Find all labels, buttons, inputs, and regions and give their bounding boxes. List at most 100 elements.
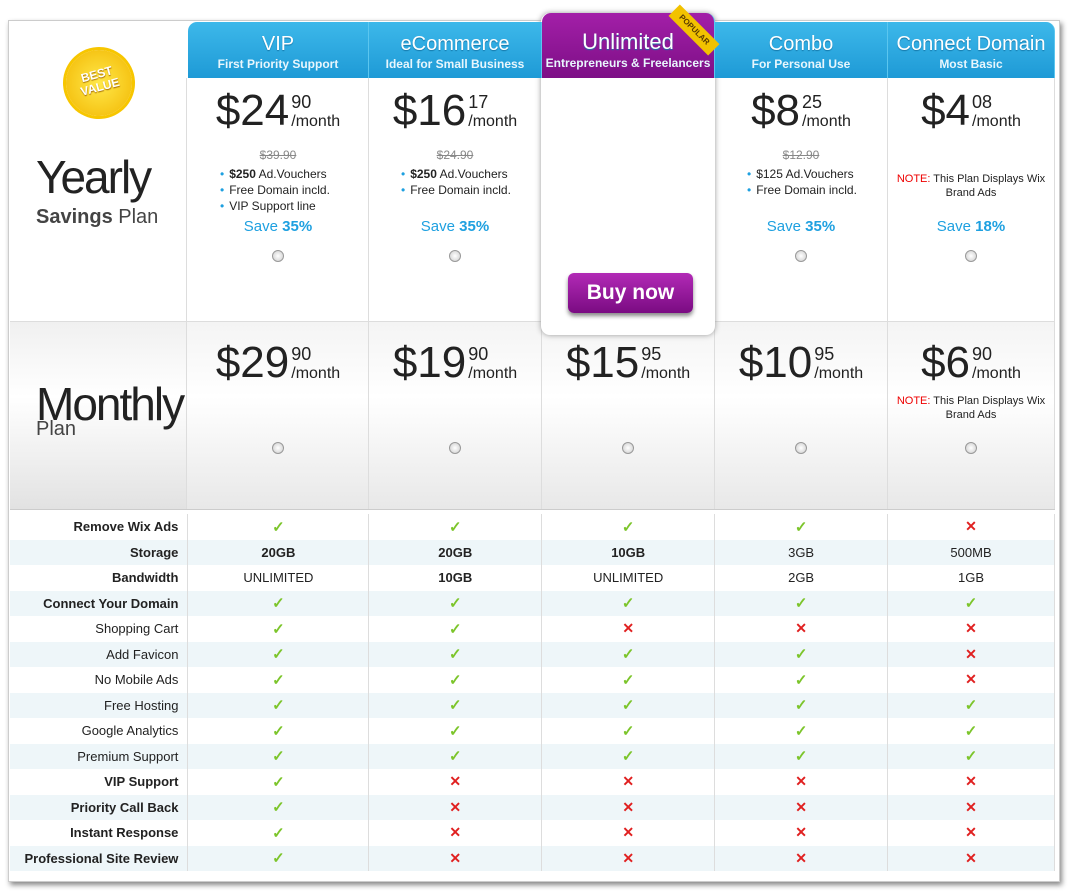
feature-text: Ad.Vouchers bbox=[255, 167, 327, 181]
table-row: Professional Site Review ✓ ✕ ✕ ✕ ✕ bbox=[10, 845, 1055, 871]
yearly-savings: Savings bbox=[36, 206, 113, 228]
check-icon: ✓ bbox=[272, 799, 285, 817]
check-icon: ✓ bbox=[964, 748, 978, 766]
plan-yearly-radio[interactable] bbox=[449, 250, 461, 262]
feature-cell: ✕ bbox=[368, 769, 543, 795]
check-icon: ✓ bbox=[794, 722, 808, 740]
plan-monthly-radio[interactable] bbox=[272, 442, 284, 454]
plan-yearly-radio[interactable] bbox=[795, 250, 807, 262]
feature-bold: $250 bbox=[410, 167, 437, 181]
monthly-plan: Plan bbox=[36, 418, 77, 440]
price-fraction: 90/month bbox=[291, 338, 340, 383]
yearly-section: Yearly Savings Plan $2490/month$39.90$25… bbox=[10, 78, 1055, 322]
feature-cell: ✓ bbox=[541, 590, 716, 616]
plan-monthly-radio[interactable] bbox=[795, 442, 807, 454]
feature-list: $250 Ad.VouchersFree Domain incld. bbox=[401, 166, 541, 198]
plan-yearly-radio[interactable] bbox=[272, 250, 284, 262]
feature-bold: $250 bbox=[229, 167, 256, 181]
price-fraction: 95/month bbox=[814, 338, 863, 383]
feature-cell: ✓ bbox=[541, 641, 716, 667]
price: $15 95/month bbox=[542, 338, 714, 398]
plan-name: Connect Domain bbox=[896, 33, 1046, 55]
plan-monthly-cell: $29 90/month bbox=[188, 322, 369, 509]
feature-cell: ✕ bbox=[368, 820, 543, 846]
check-icon: ✓ bbox=[272, 850, 285, 868]
plan-monthly-radio[interactable] bbox=[449, 442, 461, 454]
price-period: /month bbox=[972, 113, 1021, 130]
feature-item: Free Domain incld. bbox=[220, 182, 368, 198]
cross-icon: ✕ bbox=[622, 849, 635, 866]
price: $6 90/month bbox=[888, 338, 1054, 398]
plan-header-3: Combo For Personal Use bbox=[715, 22, 888, 78]
feature-cell: ✓ bbox=[187, 820, 370, 846]
plan-monthly-cell: $15 95/month bbox=[542, 322, 715, 509]
feature-cell: ✓ bbox=[187, 743, 370, 769]
save-label: Save bbox=[420, 218, 460, 235]
cross-icon: ✕ bbox=[965, 798, 977, 815]
plan-monthly-radio[interactable] bbox=[622, 442, 634, 454]
plan-subtitle: First Priority Support bbox=[217, 57, 339, 71]
feature-cell: ✕ bbox=[714, 845, 889, 871]
cross-icon: ✕ bbox=[965, 620, 977, 637]
feature-cell: UNLIMITED bbox=[187, 565, 370, 591]
feature-cell: ✓ bbox=[368, 514, 543, 540]
price-cents: 95 bbox=[814, 344, 835, 364]
check-icon: ✓ bbox=[449, 595, 462, 613]
feature-list: $250 Ad.VouchersFree Domain incld.VIP Su… bbox=[220, 166, 368, 214]
table-row: Free Hosting ✓ ✓ ✓ ✓ ✓ bbox=[10, 692, 1055, 718]
feature-list: $125 Ad.Vouchers Free Domain incld. bbox=[747, 166, 887, 198]
check-icon: ✓ bbox=[449, 620, 462, 638]
plan-note: NOTE: This Plan Displays Wix Brand Ads bbox=[888, 394, 1054, 422]
feature-cell: ✓ bbox=[187, 641, 370, 667]
check-icon: ✓ bbox=[794, 646, 808, 664]
check-icon: ✓ bbox=[272, 697, 285, 715]
plan-subtitle: Most Basic bbox=[939, 57, 1003, 71]
feature-cell: ✓ bbox=[187, 845, 370, 871]
check-icon: ✓ bbox=[964, 595, 978, 613]
plan-yearly-radio[interactable] bbox=[965, 250, 977, 262]
feature-cell: ✓ bbox=[541, 718, 716, 744]
feature-cell: ✕ bbox=[887, 616, 1055, 642]
feature-value: UNLIMITED bbox=[243, 570, 314, 586]
feature-cell: ✓ bbox=[714, 667, 889, 693]
price: $8 25/month bbox=[715, 86, 887, 146]
feature-label: Free Hosting bbox=[10, 692, 189, 718]
feature-label: Professional Site Review bbox=[10, 845, 189, 871]
price: $19 90/month bbox=[369, 338, 541, 398]
feature-label: Add Favicon bbox=[10, 641, 189, 667]
feature-cell: ✓ bbox=[368, 590, 543, 616]
plan-name: eCommerce bbox=[400, 33, 510, 55]
table-row: Instant Response ✓ ✕ ✕ ✕ ✕ bbox=[10, 820, 1055, 846]
plan-name: VIP bbox=[261, 33, 295, 55]
price-dollars: $16 bbox=[392, 86, 467, 135]
feature-cell: 20GB bbox=[368, 539, 543, 565]
feature-cell: ✓ bbox=[887, 718, 1055, 744]
cross-icon: ✕ bbox=[795, 824, 807, 841]
feature-label: Storage bbox=[10, 539, 189, 565]
cross-icon: ✕ bbox=[449, 824, 462, 841]
price-cents: 95 bbox=[641, 344, 662, 364]
plan-yearly-cell: $2490/month$39.90$250 Ad.VouchersFree Do… bbox=[188, 78, 369, 321]
feature-value: 10GB bbox=[438, 570, 473, 586]
feature-cell: ✓ bbox=[368, 667, 543, 693]
feature-cell: ✓ bbox=[187, 769, 370, 795]
feature-cell: ✓ bbox=[368, 718, 543, 744]
feature-cell: ✕ bbox=[541, 616, 716, 642]
feature-cell: ✕ bbox=[887, 794, 1055, 820]
cross-icon: ✕ bbox=[449, 773, 462, 790]
feature-cell: ✓ bbox=[887, 692, 1055, 718]
monthly-section: Monthly Plan $29 90/month $19 90/month $15 95… bbox=[10, 322, 1055, 510]
price-dollars: $15 bbox=[565, 338, 640, 387]
feature-cell: ✓ bbox=[187, 692, 370, 718]
plan-monthly-radio[interactable] bbox=[965, 442, 977, 454]
buy-now-button[interactable]: Buy now bbox=[568, 273, 693, 313]
price-cents: 90 bbox=[291, 92, 312, 112]
check-icon: ✓ bbox=[272, 646, 285, 664]
yearly-title: Yearly bbox=[36, 151, 152, 203]
feature-cell: ✕ bbox=[714, 820, 889, 846]
table-row: VIP Support ✓ ✕ ✕ ✕ ✕ bbox=[10, 769, 1055, 795]
feature-item: $250 Ad.Vouchers bbox=[401, 166, 541, 182]
plan-subtitle: For Personal Use bbox=[751, 57, 851, 71]
check-icon: ✓ bbox=[621, 518, 635, 536]
feature-cell: ✕ bbox=[368, 794, 543, 820]
